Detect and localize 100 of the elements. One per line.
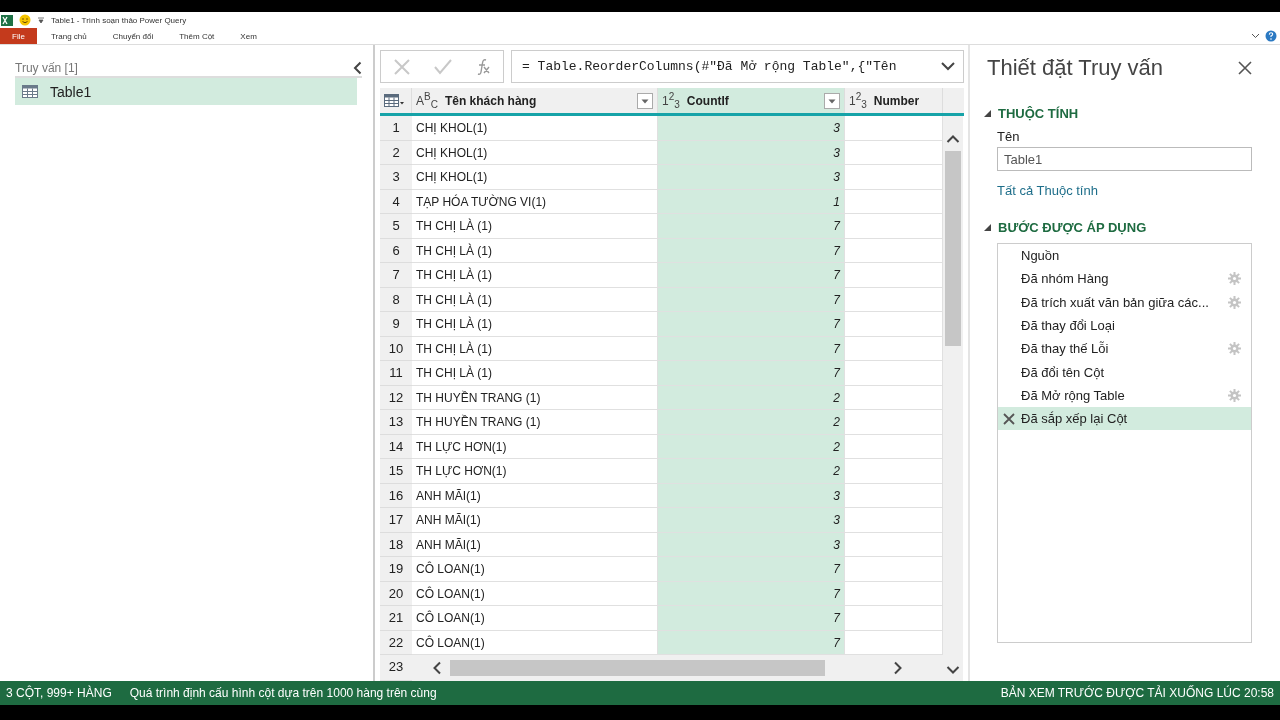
collapse-pane-icon[interactable] (353, 61, 362, 75)
table-cell: 7 (658, 557, 845, 582)
row-number: 23 (380, 655, 412, 681)
applied-step[interactable]: Đã Mở rộng Table (998, 383, 1251, 408)
section-heading: THUỘC TÍNH (998, 106, 1079, 121)
expanded-triangle-icon[interactable] (984, 110, 991, 117)
table-cell: 7 (658, 214, 845, 239)
expand-icon[interactable] (941, 62, 955, 71)
queries-title: Truy vấn [1] (15, 61, 78, 75)
table-cell: ANH MÃI(1) (412, 483, 658, 508)
row-number: 13 (380, 410, 412, 435)
vertical-scrollbar[interactable] (943, 116, 963, 681)
table-cell: 7 (658, 238, 845, 263)
table-cell: CHỊ KHOL(1) (412, 116, 658, 141)
row-number: 17 (380, 508, 412, 533)
applied-step[interactable]: Đã sắp xếp lại Cột (998, 407, 1251, 431)
row-number: 15 (380, 459, 412, 484)
table-cell: 2 (658, 459, 845, 484)
table-cell: 3 (658, 483, 845, 508)
row-number: 6 (380, 238, 412, 263)
table-cell: 3 (658, 532, 845, 557)
table-cell: TH CHỊ LÀ (1) (412, 214, 658, 239)
row-number: 5 (380, 214, 412, 239)
expanded-triangle-icon[interactable] (984, 224, 991, 231)
table-cell: 7 (658, 336, 845, 361)
table-cell: TH LỰC HƠN(1) (412, 459, 658, 484)
ribbon-tab[interactable]: Trang chủ (41, 28, 97, 44)
close-icon[interactable] (1238, 61, 1252, 75)
row-number: 18 (380, 532, 412, 557)
table-cell: TH HUYỀN TRANG (1) (412, 410, 658, 435)
section-heading: BƯỚC ĐƯỢC ÁP DỤNG (998, 220, 1147, 235)
table-menu-icon[interactable] (384, 94, 404, 107)
table-cell: TH LỰC HƠN(1) (412, 434, 658, 459)
scroll-up-icon[interactable] (946, 134, 960, 144)
row-number: 7 (380, 263, 412, 288)
status-counts: 3 CỘT, 999+ HÀNG (6, 686, 112, 700)
row-number: 22 (380, 630, 412, 655)
table-cell: 3 (658, 165, 845, 190)
table-cell: 7 (658, 287, 845, 312)
scroll-left-icon[interactable] (432, 661, 442, 675)
table-cell: TH CHỊ LÀ (1) (412, 336, 658, 361)
help-icon[interactable] (1265, 30, 1277, 42)
filter-dropdown-icon[interactable] (637, 92, 653, 109)
row-number: 9 (380, 312, 412, 337)
formula-field[interactable]: = Table.ReorderColumns(#"Đã Mở rộng Table",{"Tên (511, 50, 964, 83)
smiley-icon[interactable] (19, 14, 31, 26)
collapse-ribbon-icon[interactable] (1251, 33, 1260, 39)
applied-step[interactable]: Đã đổi tên Cột (998, 360, 1251, 384)
row-number: 11 (380, 361, 412, 386)
table-cell: CÔ LOAN(1) (412, 557, 658, 582)
table-cell: TH CHỊ LÀ (1) (412, 238, 658, 263)
applied-step[interactable]: Đã thay thế Lỗi (998, 337, 1251, 361)
applied-step[interactable]: Đã thay đổi Loại (998, 313, 1251, 338)
scroll-right-icon[interactable] (893, 661, 903, 675)
row-number: 21 (380, 606, 412, 631)
row-number: 10 (380, 336, 412, 361)
ribbon-tab[interactable]: Chuyển đổi (102, 28, 164, 44)
table-cell: ANH MÃI(1) (412, 508, 658, 533)
scroll-down-icon[interactable] (946, 665, 960, 675)
table-cell: TẠP HÓA TƯỜNG VI(1) (412, 189, 658, 214)
table-cell: 2 (658, 385, 845, 410)
table-cell: 7 (658, 263, 845, 288)
table-cell: 3 (658, 140, 845, 165)
ribbon-tab[interactable]: Xem (230, 28, 267, 44)
name-label: Tên (997, 129, 1021, 144)
ribbon-tab[interactable]: File (0, 28, 37, 44)
table-cell: 7 (658, 312, 845, 337)
check-icon[interactable] (434, 58, 452, 75)
row-number: 12 (380, 385, 412, 410)
query-item[interactable]: Table1 (15, 78, 357, 105)
table-cell: CHỊ KHOL(1) (412, 140, 658, 165)
applied-step[interactable]: Đã nhóm Hàng (998, 267, 1251, 291)
name-field[interactable]: Table1 (997, 147, 1252, 171)
table-cell: CÔ LOAN(1) (412, 581, 658, 606)
row-number: 20 (380, 581, 412, 606)
table-cell: TH CHỊ LÀ (1) (412, 287, 658, 312)
applied-step[interactable]: Nguồn (998, 244, 1251, 268)
delete-step-icon[interactable] (1003, 412, 1015, 425)
function-icon[interactable] (475, 57, 492, 76)
table-cell: 2 (658, 434, 845, 459)
column-header[interactable]: 1$^{2}$$_{3}$ CountIf (658, 88, 845, 113)
table-cell: 3 (658, 508, 845, 533)
window-title: Table1 - Trình soạn thảo Power Query (51, 15, 187, 25)
table-cell: TH HUYỀN TRANG (1) (412, 385, 658, 410)
row-number: 2 (380, 140, 412, 165)
table-cell: TH CHỊ LÀ (1) (412, 361, 658, 386)
customize-toolbar-icon[interactable] (37, 16, 45, 24)
table-cell: ANH MÃI(1) (412, 532, 658, 557)
row-number: 3 (380, 165, 412, 190)
table-cell: TH CHỊ LÀ (1) (412, 312, 658, 337)
table-cell: 7 (658, 606, 845, 631)
row-number: 8 (380, 287, 412, 312)
all-properties-link[interactable]: Tất cả Thuộc tính (997, 183, 1252, 198)
table-cell: CÔ LOAN(1) (412, 606, 658, 631)
row-number: 1 (380, 116, 412, 141)
applied-step[interactable]: Đã trích xuất văn bản giữa các... (998, 290, 1251, 314)
pane-title: Thiết đặt Truy vấn (987, 55, 1164, 81)
ribbon-tab[interactable]: Thêm Cột (169, 28, 225, 44)
table-cell: 2 (658, 410, 845, 435)
filter-dropdown-icon[interactable] (824, 92, 840, 109)
